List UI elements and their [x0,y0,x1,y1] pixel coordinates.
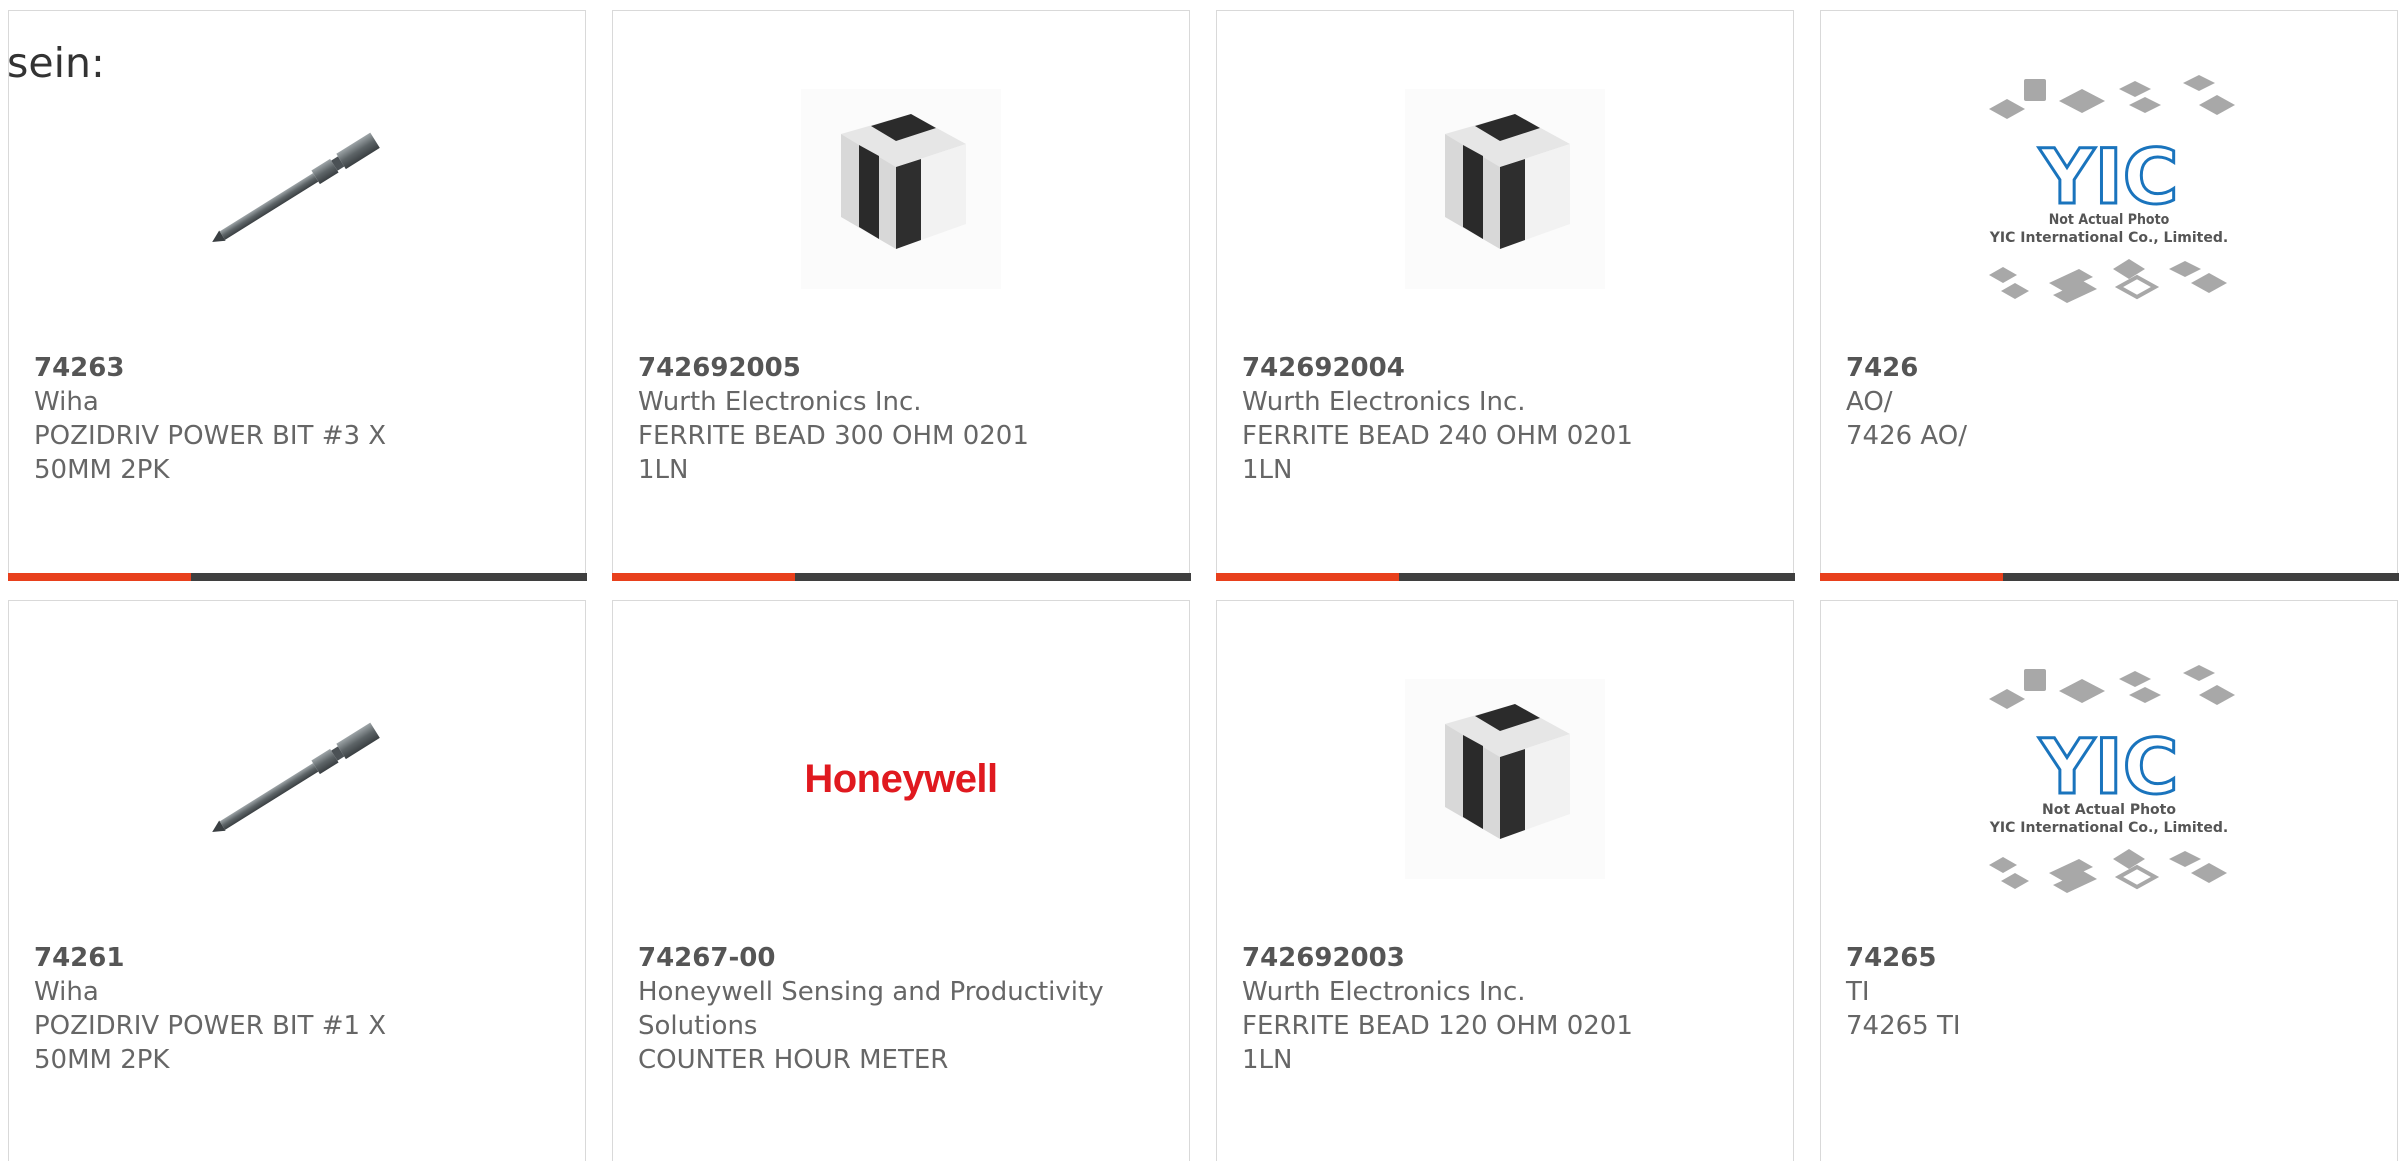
screwdriver-bit-image[interactable] [9,661,585,897]
description: COUNTER HOUR METER [638,1045,949,1075]
product-info: 74265 TI 74265 TI [1846,941,2377,1043]
honeywell-logo[interactable]: Honeywell [613,661,1189,897]
ferrite-bead-image[interactable] [1217,661,1793,897]
card-bar [1215,572,1795,581]
product-card[interactable]: 742692005 Wurth Electronics Inc. FERRITE… [611,10,1191,581]
product-info: 742692005 Wurth Electronics Inc. FERRITE… [638,351,1169,487]
not-actual-photo-text: Not Actual Photo [2049,212,2170,228]
product-info: 742692003 Wurth Electronics Inc. FERRITE… [1242,941,1773,1077]
description: FERRITE BEAD 300 OHM 0201 1LN [638,421,1029,485]
product-card[interactable]: YIC Not Actual Photo YIC International C… [1820,600,2398,1161]
svg-text:YIC: YIC [2038,722,2178,811]
manufacturer: Honeywell Sensing and Productivity Solut… [638,977,1104,1041]
card-bar [1819,572,2399,581]
ferrite-bead-image[interactable] [1217,71,1793,307]
card-bar-accent [1215,572,1399,581]
card-bar-accent [7,572,191,581]
part-number[interactable]: 7426 [1846,351,2377,385]
manufacturer: AO/ [1846,387,1893,417]
part-number[interactable]: 742692003 [1242,941,1773,975]
product-grid-page: sein: 74263 Wiha POZIDRIV POWER BIT #3 X… [0,0,2400,1161]
product-card[interactable]: 742692003 Wurth Electronics Inc. FERRITE… [1216,600,1794,1161]
product-card[interactable]: 74263 Wiha POZIDRIV POWER BIT #3 X 50MM … [7,10,587,581]
description: POZIDRIV POWER BIT #1 X 50MM 2PK [34,1011,387,1075]
product-info: 742692004 Wurth Electronics Inc. FERRITE… [1242,351,1773,487]
intro-text: sein: [7,39,105,87]
manufacturer: Wiha [34,387,99,417]
description: POZIDRIV POWER BIT #3 X 50MM 2PK [34,421,387,485]
svg-text:YIC: YIC [2038,132,2178,221]
card-bar [7,572,587,581]
manufacturer: Wurth Electronics Inc. [638,387,922,417]
screwdriver-bit-image[interactable] [9,71,585,307]
part-number[interactable]: 74261 [34,941,565,975]
card-bar [611,572,1191,581]
description: FERRITE BEAD 120 OHM 0201 1LN [1242,1011,1633,1075]
description: 74265 TI [1846,1011,1961,1041]
product-card[interactable]: Honeywell 74267-00 Honeywell Sensing and… [612,600,1190,1161]
product-info: 74261 Wiha POZIDRIV POWER BIT #1 X 50MM … [34,941,565,1077]
part-number[interactable]: 74265 [1846,941,2377,975]
product-card[interactable]: YIC Not Actual Photo YIC International C… [1819,10,2399,581]
product-info: 7426 AO/ 7426 AO/ [1846,351,2377,453]
ferrite-bead-image[interactable] [613,71,1189,307]
honeywell-logo-text: Honeywell [804,756,998,801]
part-number[interactable]: 74263 [34,351,565,385]
card-bar-accent [611,572,795,581]
part-number[interactable]: 742692004 [1242,351,1773,385]
part-number[interactable]: 74267-00 [638,941,1169,975]
not-actual-photo-text: Not Actual Photo [2042,802,2176,818]
product-info: 74263 Wiha POZIDRIV POWER BIT #3 X 50MM … [34,351,565,487]
yic-company-text: YIC International Co., Limited. [1989,230,2228,246]
yic-company-text: YIC International Co., Limited. [1989,820,2228,836]
description: 7426 AO/ [1846,421,1967,451]
part-number[interactable]: 742692005 [638,351,1169,385]
card-bar-accent [1819,572,2003,581]
product-card[interactable]: 742692004 Wurth Electronics Inc. FERRITE… [1215,10,1795,581]
yic-placeholder-image[interactable]: YIC Not Actual Photo YIC International C… [1821,661,2397,897]
product-info: 74267-00 Honeywell Sensing and Productiv… [638,941,1169,1077]
description: FERRITE BEAD 240 OHM 0201 1LN [1242,421,1633,485]
manufacturer: Wurth Electronics Inc. [1242,977,1526,1007]
yic-placeholder-image[interactable]: YIC Not Actual Photo YIC International C… [1821,71,2397,307]
manufacturer: TI [1846,977,1870,1007]
manufacturer: Wiha [34,977,99,1007]
product-card[interactable]: 74261 Wiha POZIDRIV POWER BIT #1 X 50MM … [8,600,586,1161]
manufacturer: Wurth Electronics Inc. [1242,387,1526,417]
